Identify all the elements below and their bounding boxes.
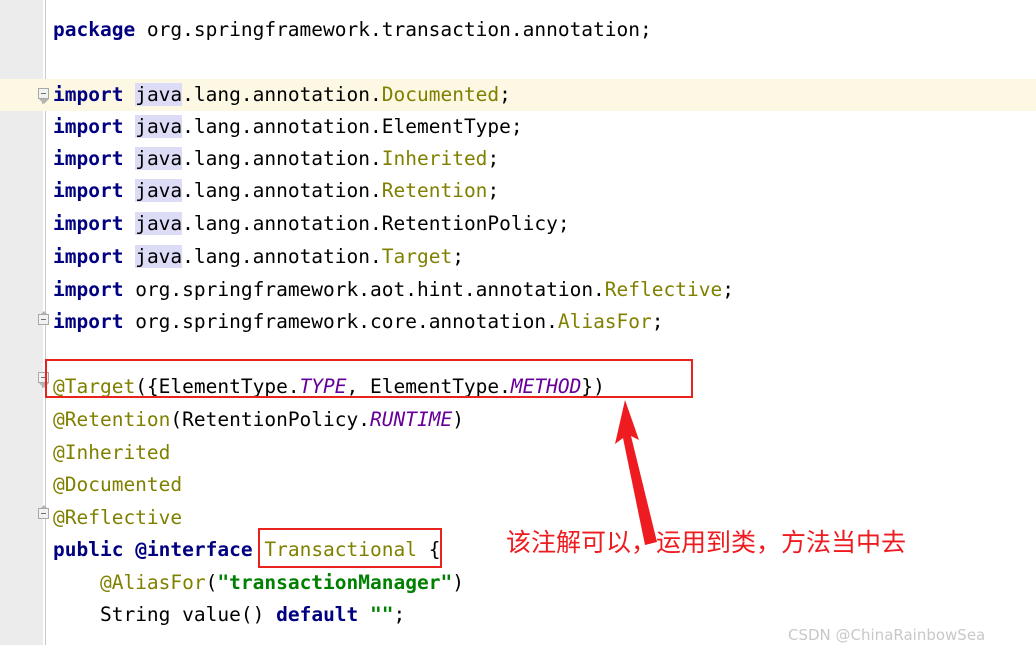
keyword-import: import <box>53 147 124 170</box>
code-line-6[interactable]: import java.lang.annotation.Retention; <box>53 175 499 207</box>
class-element-type: ElementType <box>381 115 511 138</box>
class-target: Target <box>381 245 453 268</box>
import-path: .lang.annotation. <box>182 212 382 235</box>
keyword-import: import <box>53 278 124 301</box>
occurrence-highlight-java: java <box>135 83 183 106</box>
code-line-17[interactable]: public @interface Transactional { <box>53 534 440 566</box>
code-line-7[interactable]: import java.lang.annotation.RetentionPol… <box>53 208 570 240</box>
class-transactional: Transactional <box>264 538 417 561</box>
class-retention-policy: RetentionPolicy <box>182 408 359 431</box>
import-path: .lang.annotation. <box>182 115 382 138</box>
class-element-type: ElementType <box>158 375 288 398</box>
occurrence-highlight-java: java <box>135 212 183 235</box>
class-documented: Documented <box>381 83 500 106</box>
import-path: org.springframework.core.annotation. <box>123 310 558 333</box>
annotation-retention: @Retention <box>53 408 171 431</box>
class-reflective: Reflective <box>604 278 723 301</box>
annotation-inherited: @Inherited <box>53 441 171 464</box>
code-line-18[interactable]: @AliasFor("transactionManager") <box>53 567 464 599</box>
import-path: .lang.annotation. <box>182 83 382 106</box>
code-line-4[interactable]: import java.lang.annotation.ElementType; <box>53 111 523 143</box>
keyword-import: import <box>53 179 124 202</box>
annotation-alias-for: @AliasFor <box>99 571 206 594</box>
occurrence-highlight-java: java <box>135 147 183 170</box>
code-line-13[interactable]: @Retention(RetentionPolicy.RUNTIME) <box>53 404 464 436</box>
constant-runtime: RUNTIME <box>370 408 453 431</box>
method-value: value() <box>182 603 265 626</box>
constant-type: TYPE <box>299 375 347 398</box>
annotation-documented: @Documented <box>53 473 183 496</box>
csdn-watermark: CSDN @ChinaRainbowSea <box>788 626 986 644</box>
class-element-type: ElementType <box>370 375 500 398</box>
type-string: String <box>99 603 171 626</box>
string-transaction-manager: "transactionManager" <box>217 571 453 594</box>
keyword-import: import <box>53 245 124 268</box>
occurrence-highlight-java: java <box>135 115 183 138</box>
code-line-19[interactable]: String value() default ""; <box>53 599 405 631</box>
code-line-3[interactable]: import java.lang.annotation.Documented; <box>53 79 511 111</box>
occurrence-highlight-java: java <box>135 179 183 202</box>
code-line-12[interactable]: @Target({ElementType.TYPE, ElementType.M… <box>53 371 605 403</box>
annotation-reflective: @Reflective <box>53 506 183 529</box>
import-path: .lang.annotation. <box>182 147 382 170</box>
keyword-import: import <box>53 115 124 138</box>
annotation-note-text: 该注解可以，运用到类，方法当中去 <box>506 528 907 557</box>
class-inherited: Inherited <box>381 147 488 170</box>
editor-screenshot: package org.springframework.transaction.… <box>0 0 1036 652</box>
code-line-14[interactable]: @Inherited <box>53 437 170 469</box>
occurrence-highlight-java: java <box>135 245 183 268</box>
keyword-import: import <box>53 212 124 235</box>
package-path: org.springframework.transaction.annotati… <box>135 18 652 41</box>
keyword-import: import <box>53 83 124 106</box>
import-path: .lang.annotation. <box>182 245 382 268</box>
code-line-16[interactable]: @Reflective <box>53 502 182 534</box>
constant-method: METHOD <box>510 375 582 398</box>
class-retention: Retention <box>381 179 488 202</box>
keyword-package: package <box>53 18 136 41</box>
keyword-interface: @interface <box>135 538 253 561</box>
import-path: org.springframework.aot.hint.annotation. <box>123 278 605 301</box>
code-line-9[interactable]: import org.springframework.aot.hint.anno… <box>53 274 734 306</box>
keyword-public: public <box>53 538 124 561</box>
import-path: .lang.annotation. <box>182 179 382 202</box>
code-line-10[interactable]: import org.springframework.core.annotati… <box>53 306 664 338</box>
class-retention-policy: RetentionPolicy <box>381 212 558 235</box>
code-line-8[interactable]: import java.lang.annotation.Target; <box>53 241 464 273</box>
string-empty: "" <box>370 603 394 626</box>
keyword-import: import <box>53 310 124 333</box>
annotation-target: @Target <box>53 375 136 398</box>
code-line-5[interactable]: import java.lang.annotation.Inherited; <box>53 143 499 175</box>
annotation-arrow-icon <box>615 400 657 545</box>
class-alias-for: AliasFor <box>557 310 652 333</box>
code-line-15[interactable]: @Documented <box>53 469 182 501</box>
keyword-default: default <box>276 603 359 626</box>
code-line-1[interactable]: package org.springframework.transaction.… <box>53 14 652 46</box>
